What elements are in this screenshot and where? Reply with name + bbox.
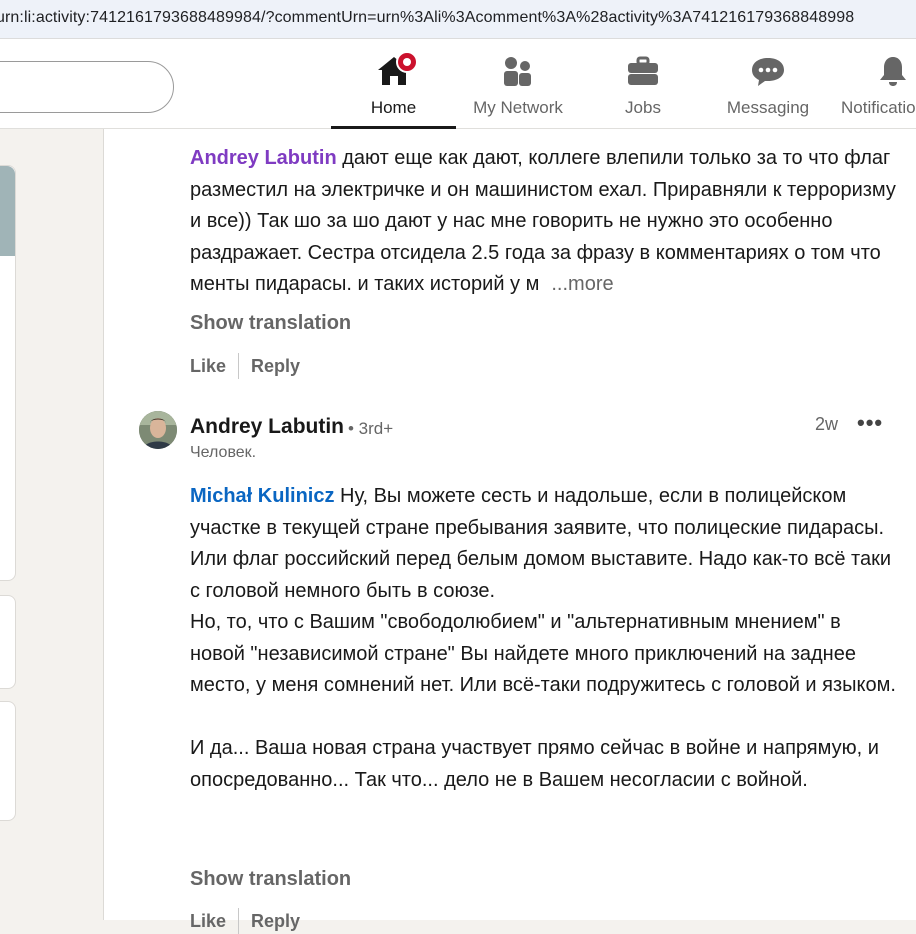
comment-actions: Like Reply: [190, 353, 300, 379]
nav-home[interactable]: Home: [331, 39, 456, 129]
like-button[interactable]: Like: [190, 911, 226, 932]
briefcase-icon: [626, 55, 660, 92]
bell-icon: [877, 55, 909, 92]
nav-label: Notifications: [841, 98, 916, 117]
nav-messaging[interactable]: Messaging: [712, 39, 824, 128]
comment-paragraph: Но, то, что с Вашим "свободолюбием" и "а…: [190, 611, 896, 696]
nav-jobs[interactable]: Jobs: [600, 39, 686, 128]
show-translation-button[interactable]: Show translation: [190, 312, 351, 335]
profile-card[interactable]: [0, 165, 16, 581]
nav-label: Messaging: [726, 98, 810, 117]
more-options-icon[interactable]: •••: [857, 410, 883, 436]
reply-button[interactable]: Reply: [251, 356, 300, 377]
connection-degree: • 3rd+: [348, 419, 394, 438]
comment-actions: Like Reply: [190, 908, 300, 934]
top-navigation: Home My Network Jobs Messaging Notificat…: [0, 39, 916, 129]
messaging-icon: [750, 55, 786, 92]
mention-link[interactable]: Michał Kulinicz: [190, 485, 334, 507]
mention-link[interactable]: Andrey Labutin: [190, 147, 337, 169]
author-headline: Человек.: [190, 444, 257, 461]
comment-author[interactable]: Andrey Labutin: [190, 415, 344, 439]
search-input[interactable]: [0, 61, 174, 113]
comment-body: Michał Kulinicz Ну, Вы можете сесть и на…: [190, 481, 900, 796]
network-icon: [501, 55, 535, 92]
see-more-link[interactable]: ...more: [551, 273, 613, 295]
show-translation-button[interactable]: Show translation: [190, 868, 351, 891]
reply-button[interactable]: Reply: [251, 911, 300, 932]
divider: [238, 353, 240, 379]
left-sidebar: [0, 129, 52, 920]
divider: [238, 908, 240, 934]
browser-address-bar[interactable]: urn:li:activity:7412161793688489984/?com…: [0, 0, 916, 39]
sidebar-card[interactable]: [0, 701, 16, 821]
nav-my-network[interactable]: My Network: [458, 39, 578, 128]
comment-timestamp: 2w: [815, 414, 839, 434]
notification-badge: [395, 51, 418, 73]
comment-text: дают еще как дают, коллеге влепили тольк…: [190, 147, 896, 295]
comment-body: Andrey Labutin дают еще как дают, коллег…: [190, 143, 900, 301]
comment-paragraph: И да... Ваша новая страна участвует прям…: [190, 737, 879, 791]
avatar[interactable]: [139, 411, 177, 449]
profile-banner: [0, 166, 15, 256]
home-icon: [376, 51, 418, 92]
nav-label: Home: [370, 98, 417, 117]
like-button[interactable]: Like: [190, 356, 226, 377]
nav-notifications[interactable]: Notifications: [839, 39, 916, 128]
url-text[interactable]: urn:li:activity:7412161793688489984/?com…: [0, 9, 854, 27]
comment-paragraph: Michał Kulinicz Ну, Вы можете сесть и на…: [190, 481, 900, 607]
nav-label: Jobs: [625, 98, 661, 117]
nav-label: My Network: [473, 98, 563, 117]
sidebar-card[interactable]: [0, 595, 16, 689]
